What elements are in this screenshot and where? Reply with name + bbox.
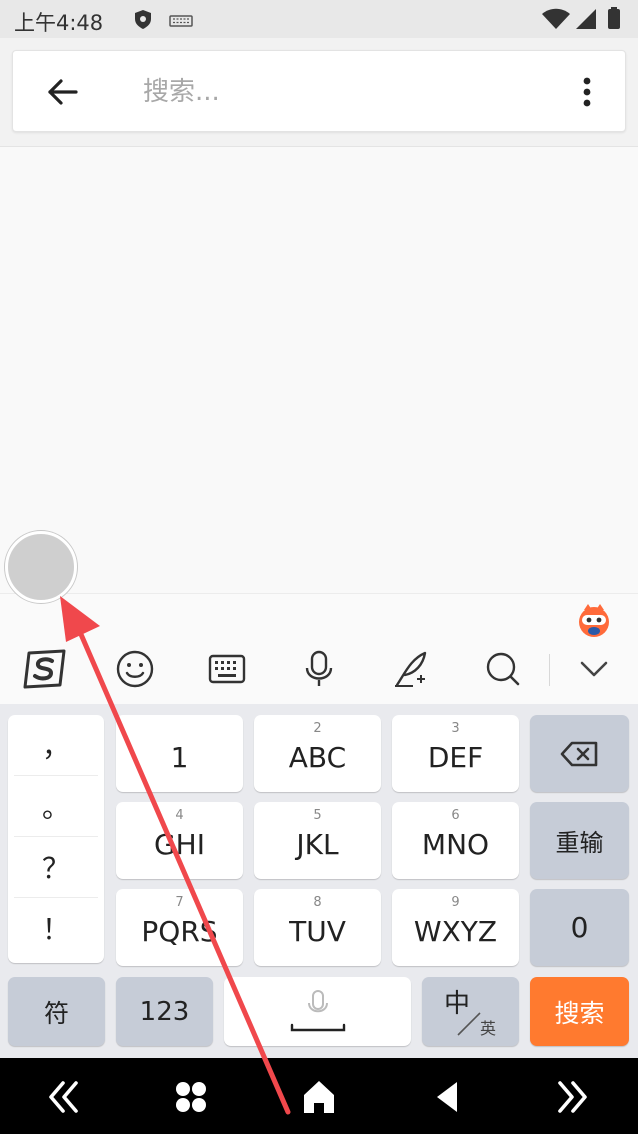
punct-exclaim-key[interactable]: ！ xyxy=(14,898,98,958)
symbol-key[interactable]: 符 xyxy=(8,977,105,1046)
key-wxyz[interactable]: 9 WXYZ xyxy=(392,889,519,966)
microphone-icon[interactable] xyxy=(294,644,344,694)
key-mno[interactable]: 6 MNO xyxy=(392,802,519,879)
ime-keyboard: ， 。 ？ ！ 1 2 ABC 3 DEF 4 GHI 5 JKL 6 MNO … xyxy=(0,593,638,1058)
key-pqrs[interactable]: 7 PQRS xyxy=(116,889,243,966)
search-input[interactable] xyxy=(141,69,565,115)
keyboard-icon[interactable] xyxy=(202,644,252,694)
backspace-key[interactable] xyxy=(530,715,629,792)
status-bar: 上午4:48 xyxy=(0,0,638,38)
signal-battery-icons xyxy=(542,7,620,29)
key-5-label: JKL xyxy=(296,828,339,861)
symbol-label: 符 xyxy=(43,998,69,1028)
key-0[interactable]: 0 xyxy=(530,889,629,966)
toolbar-divider xyxy=(549,654,550,686)
key-7-label: PQRS xyxy=(141,915,218,948)
punct-question-key[interactable]: ？ xyxy=(14,837,98,898)
more-options-button[interactable] xyxy=(577,73,597,111)
punctuation-column: ， 。 ？ ！ xyxy=(8,715,104,963)
floating-assistive-ball[interactable] xyxy=(5,531,77,603)
retype-key[interactable]: 重输 xyxy=(530,802,629,879)
status-left-icons xyxy=(132,8,202,34)
space-mic-icon xyxy=(290,989,345,1031)
results-area xyxy=(0,147,638,593)
key-ghi[interactable]: 4 GHI xyxy=(116,802,243,879)
key-8-label: TUV xyxy=(289,915,346,948)
search-key[interactable]: 搜索 xyxy=(530,977,629,1046)
search-toolbar xyxy=(0,38,638,147)
home-icon xyxy=(304,1081,334,1113)
key-1[interactable]: 1 xyxy=(116,715,243,792)
apps-clover-icon xyxy=(176,1082,206,1112)
numeric-key[interactable]: 123 xyxy=(116,977,213,1046)
key-3-num: 3 xyxy=(451,721,460,736)
back-arrow-icon xyxy=(48,79,78,105)
key-2-num: 2 xyxy=(313,721,322,736)
handwriting-icon[interactable] xyxy=(386,644,436,694)
key-4-num: 4 xyxy=(175,808,184,823)
emoji-icon[interactable] xyxy=(110,644,160,694)
key-5-num: 5 xyxy=(313,808,322,823)
nav-apps-button[interactable] xyxy=(168,1074,214,1120)
search-key-label: 搜索 xyxy=(554,998,605,1028)
key-6-num: 6 xyxy=(451,808,460,823)
key-3-label: DEF xyxy=(427,741,484,774)
double-chevron-left-icon xyxy=(49,1081,78,1113)
back-button[interactable] xyxy=(43,73,81,111)
punct-comma-key[interactable]: ， xyxy=(14,715,98,776)
key-abc[interactable]: 2 ABC xyxy=(254,715,381,792)
key-tuv[interactable]: 8 TUV xyxy=(254,889,381,966)
key-6-label: MNO xyxy=(421,828,490,861)
back-triangle-icon xyxy=(437,1082,457,1112)
nav-double-left-button[interactable] xyxy=(40,1074,86,1120)
key-9-label: WXYZ xyxy=(413,915,498,948)
space-key[interactable] xyxy=(224,977,411,1046)
nav-double-right-button[interactable] xyxy=(550,1074,596,1120)
key-4-label: GHI xyxy=(153,828,205,861)
lang-sub-label: 英 xyxy=(480,1019,497,1038)
status-right-icons xyxy=(540,7,624,35)
key-2-label: ABC xyxy=(288,741,347,774)
more-vert-icon xyxy=(583,77,591,107)
collapse-icon[interactable] xyxy=(569,644,619,694)
search-icon[interactable] xyxy=(478,644,528,694)
sogou-logo-icon[interactable] xyxy=(20,644,70,694)
nav-back-button[interactable] xyxy=(424,1074,470,1120)
mascot-icon[interactable] xyxy=(574,600,614,640)
shield-icon xyxy=(135,10,193,29)
key-1-label: 1 xyxy=(170,741,189,774)
double-chevron-right-icon xyxy=(558,1081,587,1113)
numeric-label: 123 xyxy=(139,996,190,1027)
language-switch-key[interactable]: 中 英 xyxy=(422,977,519,1046)
status-time: 上午4:48 xyxy=(14,11,104,35)
key-7-num: 7 xyxy=(175,895,184,910)
backspace-icon xyxy=(560,741,597,766)
search-card xyxy=(12,50,626,132)
keyboard-toolbar xyxy=(0,593,638,704)
slash-icon xyxy=(457,1012,481,1036)
navigation-bar xyxy=(0,1058,638,1134)
retype-label: 重输 xyxy=(555,829,604,857)
key-def[interactable]: 3 DEF xyxy=(392,715,519,792)
key-jkl[interactable]: 5 JKL xyxy=(254,802,381,879)
key-9-num: 9 xyxy=(451,895,460,910)
nav-home-button[interactable] xyxy=(296,1074,342,1120)
key-8-num: 8 xyxy=(313,895,322,910)
punct-period-key[interactable]: 。 xyxy=(14,776,98,837)
key-0-label: 0 xyxy=(570,911,589,944)
